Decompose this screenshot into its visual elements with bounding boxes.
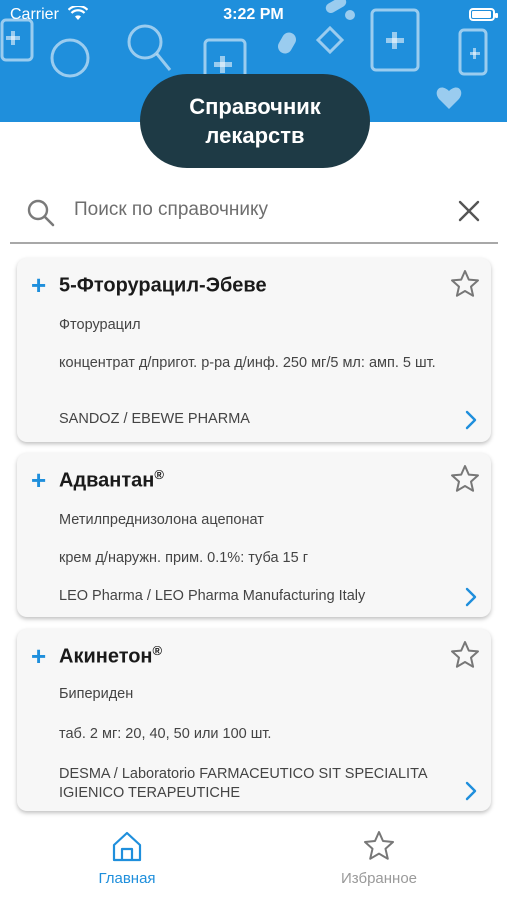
- drug-card[interactable]: + Адвантан® Метилпреднизолона ацепонат к…: [17, 453, 491, 617]
- page-title-line1: Справочник: [189, 94, 321, 119]
- plus-icon: +: [31, 641, 47, 671]
- drug-name: 5-Фторурацил-Эбеве: [59, 274, 267, 297]
- tab-bar: Главная Избранное: [0, 818, 507, 900]
- chevron-right-icon[interactable]: [465, 410, 477, 430]
- page-title: Справочник лекарств: [140, 74, 370, 168]
- battery-icon: [469, 8, 498, 21]
- drug-form: крем д/наружн. прим. 0.1%: туба 15 г: [59, 550, 308, 566]
- tab-favorites[interactable]: Избранное: [304, 830, 454, 887]
- clock: 3:22 PM: [223, 6, 284, 23]
- drug-card[interactable]: + Акинетон® Бипериден таб. 2 мг: 20, 40,…: [17, 629, 491, 811]
- drug-form: концентрат д/пригот. р-ра д/инф. 250 мг/…: [59, 355, 436, 371]
- star-icon: [364, 831, 394, 860]
- drug-card[interactable]: + 5-Фторурацил-Эбеве Фторурацил концентр…: [17, 258, 491, 442]
- plus-icon: +: [31, 270, 47, 300]
- chevron-right-icon[interactable]: [465, 587, 477, 607]
- tab-home[interactable]: Главная: [52, 830, 202, 887]
- chevron-right-icon[interactable]: [465, 781, 477, 801]
- clear-search-icon[interactable]: [458, 200, 480, 222]
- search-icon: [27, 199, 55, 227]
- page-title-line2: лекарств: [205, 123, 305, 148]
- favorite-star-icon[interactable]: [449, 639, 481, 671]
- drug-name: Адвантан®: [59, 467, 164, 492]
- drug-substance: Метилпреднизолона ацепонат: [59, 512, 264, 528]
- plus-icon: +: [31, 465, 47, 495]
- tab-home-label: Главная: [98, 870, 156, 887]
- drug-name: Акинетон®: [59, 643, 163, 668]
- favorite-star-icon[interactable]: [449, 268, 481, 300]
- drug-manufacturer: LEO Pharma / LEO Pharma Manufacturing It…: [59, 588, 366, 604]
- drug-substance: Фторурацил: [59, 317, 141, 333]
- battery-level: [472, 11, 491, 18]
- search-input[interactable]: [74, 194, 434, 226]
- drug-manufacturer: SANDOZ / EBEWE PHARMA: [59, 411, 250, 427]
- drug-substance: Бипериден: [59, 686, 134, 702]
- tab-favorites-label: Избранное: [340, 870, 418, 887]
- status-bar: Carrier 3:22 PM: [0, 0, 507, 32]
- drug-form: таб. 2 мг: 20, 40, 50 или 100 шт.: [59, 726, 272, 742]
- drug-manufacturer: DESMA / Laboratorio FARMACEUTICO SIT SPE…: [59, 766, 427, 801]
- search-bar: [10, 180, 498, 244]
- favorite-star-icon[interactable]: [449, 463, 481, 495]
- home-icon: [112, 831, 142, 862]
